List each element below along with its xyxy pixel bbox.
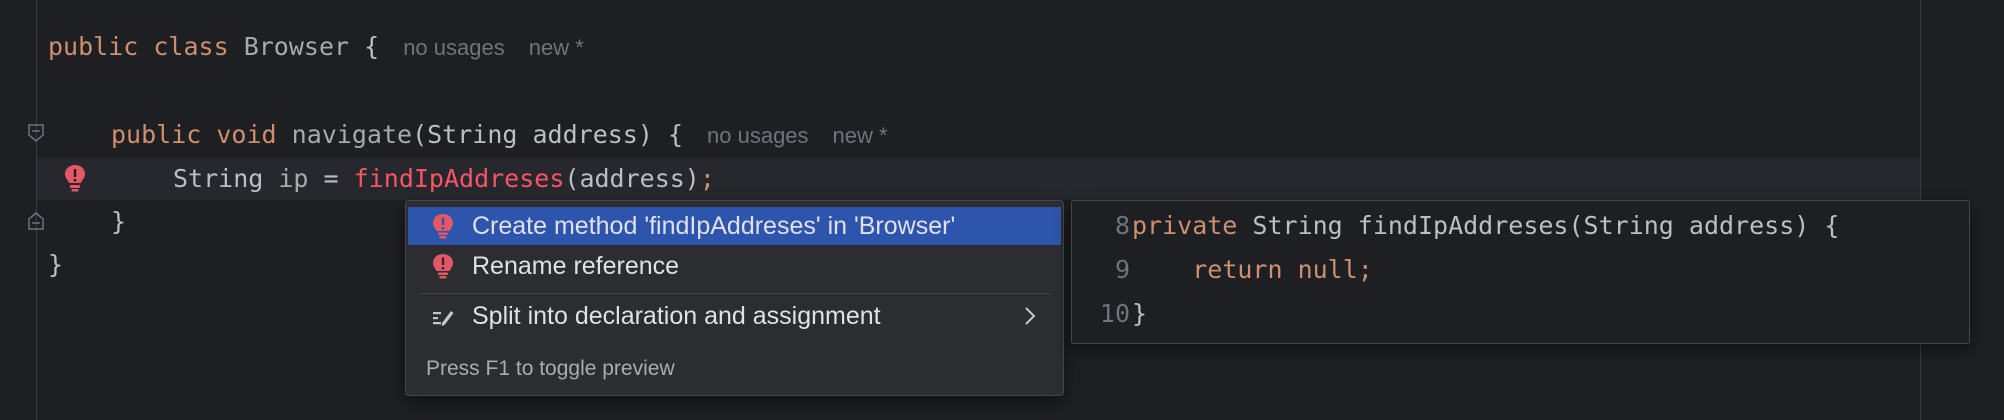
close-brace: } bbox=[1132, 299, 1148, 328]
menu-item-label: Rename reference bbox=[472, 251, 680, 280]
keyword-public: public bbox=[111, 120, 202, 149]
return-statement: return null; bbox=[1192, 255, 1373, 284]
error-bulb-icon bbox=[433, 254, 453, 279]
class-name: Browser bbox=[243, 32, 350, 61]
variable-name: ip bbox=[278, 164, 309, 193]
fold-icon[interactable] bbox=[28, 124, 44, 142]
type-string: String bbox=[173, 164, 264, 193]
code-line-class-close[interactable]: } bbox=[48, 245, 63, 285]
intention-actions-popup[interactable]: Create method 'findIpAddreses' in 'Brows… bbox=[405, 200, 1064, 396]
menu-item-label: Split into declaration and assignment bbox=[472, 301, 881, 330]
code-line-class-declaration[interactable]: public class Browser { no usages new * bbox=[48, 27, 584, 67]
menu-item-label: Create method 'findIpAddreses' in 'Brows… bbox=[472, 211, 956, 240]
close-brace: } bbox=[48, 250, 64, 279]
error-bulb-icon[interactable] bbox=[64, 164, 86, 192]
keyword-class: class bbox=[153, 32, 229, 61]
code-line-method-declaration[interactable]: public void navigate(String address) { no… bbox=[111, 115, 888, 155]
split-declaration-action[interactable]: Split into declaration and assignment bbox=[408, 297, 1061, 335]
chevron-right-icon bbox=[1025, 307, 1036, 325]
open-brace: { bbox=[364, 32, 380, 61]
method-name: navigate bbox=[291, 120, 413, 149]
preview-line: 8private String findIpAddreses(String ad… bbox=[1072, 204, 1839, 248]
unfold-icon[interactable] bbox=[28, 212, 44, 230]
create-method-action[interactable]: Create method 'findIpAddreses' in 'Brows… bbox=[408, 207, 1061, 245]
assign-operator: = bbox=[323, 164, 339, 193]
menu-separator bbox=[420, 293, 1050, 294]
error-bulb-icon bbox=[433, 214, 453, 239]
usages-hint[interactable]: no usages bbox=[707, 123, 809, 148]
method-signature: (String address) { bbox=[412, 120, 684, 149]
keyword-private: private bbox=[1132, 211, 1238, 240]
line-number: 9 bbox=[1114, 255, 1130, 284]
code-line-method-close[interactable]: } bbox=[111, 202, 126, 242]
semicolon: ; bbox=[699, 164, 715, 193]
author-hint[interactable]: new * bbox=[529, 35, 584, 60]
preview-line: 10} bbox=[1072, 292, 1147, 336]
keyword-void: void bbox=[216, 120, 277, 149]
code-line-statement[interactable]: String ip = findIpAddreses(address); bbox=[173, 159, 715, 199]
keyword-public: public bbox=[48, 32, 139, 61]
line-number: 8 bbox=[1114, 211, 1130, 240]
unresolved-method-call[interactable]: findIpAddreses bbox=[354, 164, 565, 193]
close-brace: } bbox=[111, 207, 127, 236]
preview-line: 9 return null; bbox=[1072, 248, 1373, 292]
intention-preview-pane: 8private String findIpAddreses(String ad… bbox=[1071, 200, 1970, 344]
line-number: 10 bbox=[1099, 299, 1130, 328]
edit-intention-icon bbox=[433, 311, 454, 326]
gutter-divider bbox=[36, 0, 37, 420]
usages-hint[interactable]: no usages bbox=[403, 35, 505, 60]
call-arguments: (address) bbox=[564, 164, 700, 193]
author-hint[interactable]: new * bbox=[833, 123, 888, 148]
preview-toggle-hint: Press F1 to toggle preview bbox=[426, 357, 675, 380]
method-signature: String findIpAddreses(String address) { bbox=[1237, 211, 1840, 240]
rename-reference-action[interactable]: Rename reference bbox=[408, 247, 1061, 285]
